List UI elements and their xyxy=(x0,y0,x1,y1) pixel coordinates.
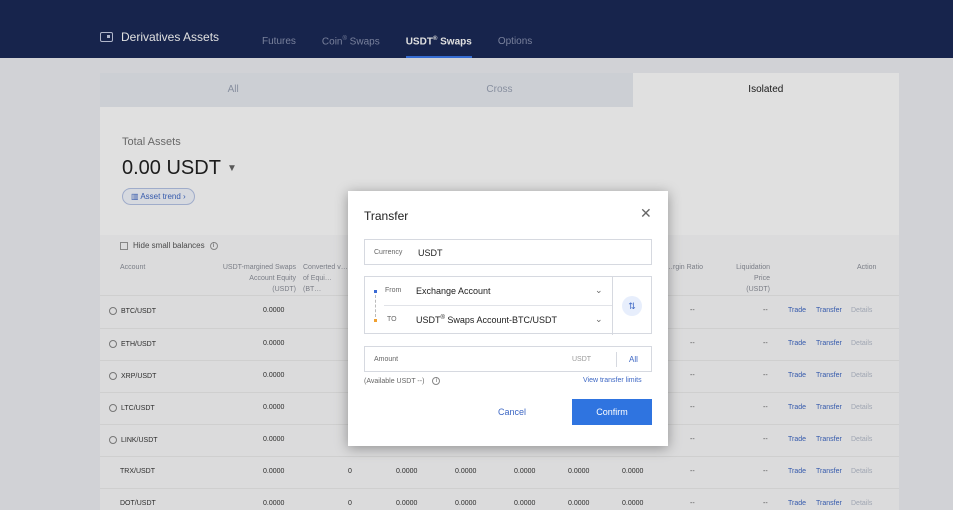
to-account-select[interactable]: USDT® Swaps Account-BTC/USDT xyxy=(416,315,557,325)
info-icon[interactable]: i xyxy=(432,377,441,385)
available-balance: (Available USDT --) i xyxy=(364,377,441,385)
swap-arrows-icon: ⇅ xyxy=(628,301,636,311)
to-dot-icon xyxy=(374,319,377,322)
modal-title: Transfer xyxy=(364,209,409,223)
transfer-modal: Transfer ✕ Currency USDT From Exchange A… xyxy=(348,191,668,446)
from-to-group: From Exchange Account ⌄ TO USDT® Swaps A… xyxy=(364,276,652,335)
currency-select[interactable]: Currency USDT xyxy=(364,239,652,265)
from-dot-icon xyxy=(374,290,377,293)
close-icon[interactable]: ✕ xyxy=(640,205,652,222)
amount-input[interactable]: Amount USDT All xyxy=(364,346,652,372)
from-account-select[interactable]: Exchange Account xyxy=(416,286,491,296)
chevron-down-icon[interactable]: ⌄ xyxy=(595,285,603,296)
swap-direction-button[interactable]: ⇅ xyxy=(622,296,642,316)
view-transfer-limits-link[interactable]: View transfer limits xyxy=(583,377,642,384)
cancel-button[interactable]: Cancel xyxy=(498,407,526,417)
chevron-down-icon[interactable]: ⌄ xyxy=(595,314,603,325)
all-button[interactable]: All xyxy=(629,355,638,364)
confirm-button[interactable]: Confirm xyxy=(572,399,652,425)
